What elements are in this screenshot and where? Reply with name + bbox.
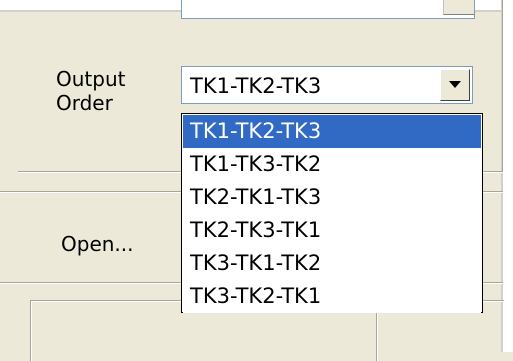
output-order-label-line1: Output [56,67,126,91]
chevron-down-icon [449,81,461,88]
dropdown-option[interactable]: TK2-TK3-TK1 [183,214,481,247]
dropdown-option[interactable]: TK2-TK1-TK3 [183,181,481,214]
dropdown-option[interactable]: TK1-TK2-TK3 [183,115,481,148]
dropdown-option[interactable]: TK3-TK1-TK2 [183,247,481,280]
output-order-dropdown-button[interactable] [440,69,470,101]
upper-field-button[interactable] [443,0,474,15]
upper-input-field[interactable] [181,0,475,19]
dropdown-option[interactable]: TK1-TK3-TK2 [183,148,481,181]
right-border-strip [503,0,513,352]
output-order-combobox[interactable]: TK1-TK2-TK3 [181,66,473,104]
output-order-dropdown-list[interactable]: TK1-TK2-TK3 TK1-TK3-TK2 TK2-TK1-TK3 TK2-… [181,113,483,313]
output-order-label-line2: Order [56,91,113,115]
open-button[interactable]: Open... [45,224,175,264]
output-order-selected-value: TK1-TK2-TK3 [190,74,322,98]
dropdown-option[interactable]: TK3-TK2-TK1 [183,280,481,313]
